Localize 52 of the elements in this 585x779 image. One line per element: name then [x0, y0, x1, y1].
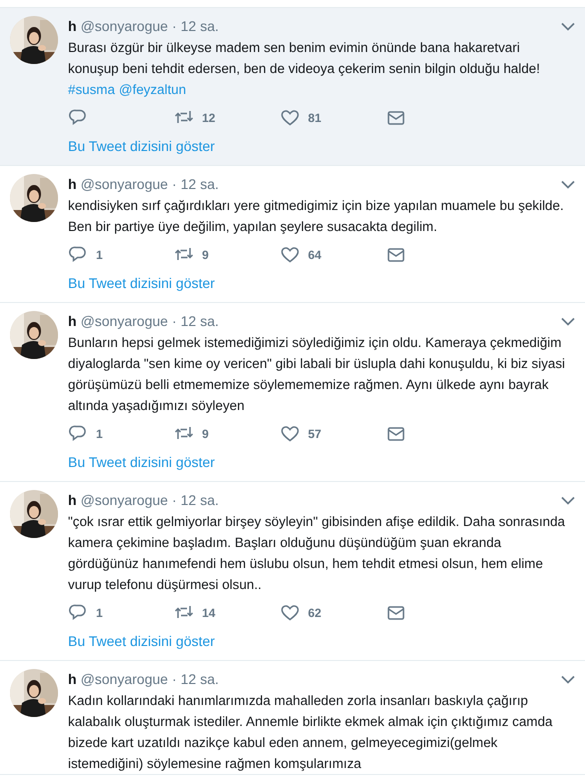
chevron-down-icon[interactable] [561, 22, 575, 30]
tweet[interactable] [0, 8, 585, 166]
display-name[interactable]: h [68, 176, 77, 192]
chevron-down-icon[interactable] [561, 496, 575, 504]
heart-count: 81 [308, 111, 322, 125]
tweet-time[interactable]: 12 sa. [180, 176, 219, 192]
user-handle[interactable]: @sonyarogue [80, 18, 168, 34]
tweet-time[interactable]: 12 sa. [180, 671, 219, 687]
heart-icon[interactable] [280, 108, 300, 128]
display-name[interactable]: h [68, 313, 77, 329]
heart-icon[interactable] [280, 245, 300, 265]
chevron-down-icon[interactable] [561, 180, 575, 188]
chevron-down-icon[interactable] [561, 316, 575, 326]
heart-icon[interactable] [280, 424, 300, 444]
user-handle[interactable]: @sonyarogue [80, 671, 168, 687]
tweet-text: kendisiyken sırf çağırdıkları yere gitmedigimiz için bize yapılan muamele bu şekilde. Ben bir partiye üye değilim, yapılan şeylere susacakta degilim. [68, 197, 565, 236]
user-handle[interactable]: @sonyarogue [80, 313, 168, 329]
reply-count: 1 [96, 427, 103, 441]
retweet-count: 14 [202, 606, 216, 620]
heart-count: 62 [308, 606, 322, 620]
heart-icon[interactable] [280, 603, 300, 623]
user-handle[interactable]: @sonyarogue [80, 492, 168, 508]
separator-dot: · [172, 671, 177, 687]
show-thread-link[interactable]: Bu Tweet dizisini göster [68, 136, 215, 156]
tweet-time[interactable]: 12 sa. [180, 18, 219, 34]
tweet-link[interactable]: #susma [68, 79, 115, 100]
display-name[interactable]: h [68, 492, 77, 508]
tweet-text: Kadın kollarındaki hanımlarımızda mahalleden zorla insanları baskıyla çağırıp kalabalık oluşturmak istediler. Annemle birlikte ekmek almak için çıktığımız camda bizede kart uzatıldı nazikçe kabul eden annem, gelmeyecegimizi(gelmek istemediğini) söylemesine rağmen komşularımıza [68, 692, 554, 773]
retweet-count: 12 [202, 111, 216, 125]
retweet-count: 9 [202, 427, 209, 441]
separator-dot: · [172, 176, 177, 192]
show-thread-link[interactable]: Bu Tweet dizisini göster [68, 273, 215, 293]
separator-dot: · [172, 492, 177, 508]
reply-count: 1 [96, 248, 103, 262]
display-name[interactable]: h [68, 18, 77, 34]
show-thread-link[interactable]: Bu Tweet dizisini göster [68, 631, 215, 651]
user-handle[interactable]: @sonyarogue [80, 176, 168, 192]
reply-count: 1 [96, 606, 103, 620]
heart-count: 57 [308, 427, 322, 441]
separator-dot: · [172, 313, 177, 329]
tweet-link[interactable]: @feyzaltun [118, 79, 186, 100]
tweet-text: Burası özgür bir ülkeyse madem sen benim evimin önünde bana hakaretvari konuşup beni tehdit edersen, ben de videoya çekerim senin bilgin olduğu halde! [68, 39, 541, 78]
separator-dot: · [172, 18, 177, 34]
heart-count: 64 [308, 248, 322, 262]
display-name[interactable]: h [68, 671, 77, 687]
retweet-count: 9 [202, 248, 209, 262]
tweet-time[interactable]: 12 sa. [180, 492, 219, 508]
tweet-time[interactable]: 12 sa. [180, 313, 219, 329]
tweet-text: Bunların hepsi gelmek istemediğimizi söylediğimiz için oldu. Kameraya çekmediğim diyaloglarda "sen kime oy vericen" gibi labali bir üslupla dahi konuşuldu, ki biz siyasi görüşümüzü belli etmememize söylemememize rağmen. Aynı ülkede aynı bayrak altında yaşadığımızı söyleyen [68, 334, 566, 415]
tweet-text: "çok ısrar ettik gelmiyorlar birşey söyleyin" gibisinden afişe edildik. Daha sonrasında kamera çekimine başladım. Başları olduğunu düşündüğüm şuan ekranda gördüğünüz hanımefendi hem üslubu olsun, hem tehdit etmesi olsun, hem elime vurup telefonu düşürmesi olsun.. [68, 513, 566, 594]
chevron-down-icon[interactable] [561, 674, 575, 684]
show-thread-link[interactable]: Bu Tweet dizisini göster [68, 452, 215, 472]
